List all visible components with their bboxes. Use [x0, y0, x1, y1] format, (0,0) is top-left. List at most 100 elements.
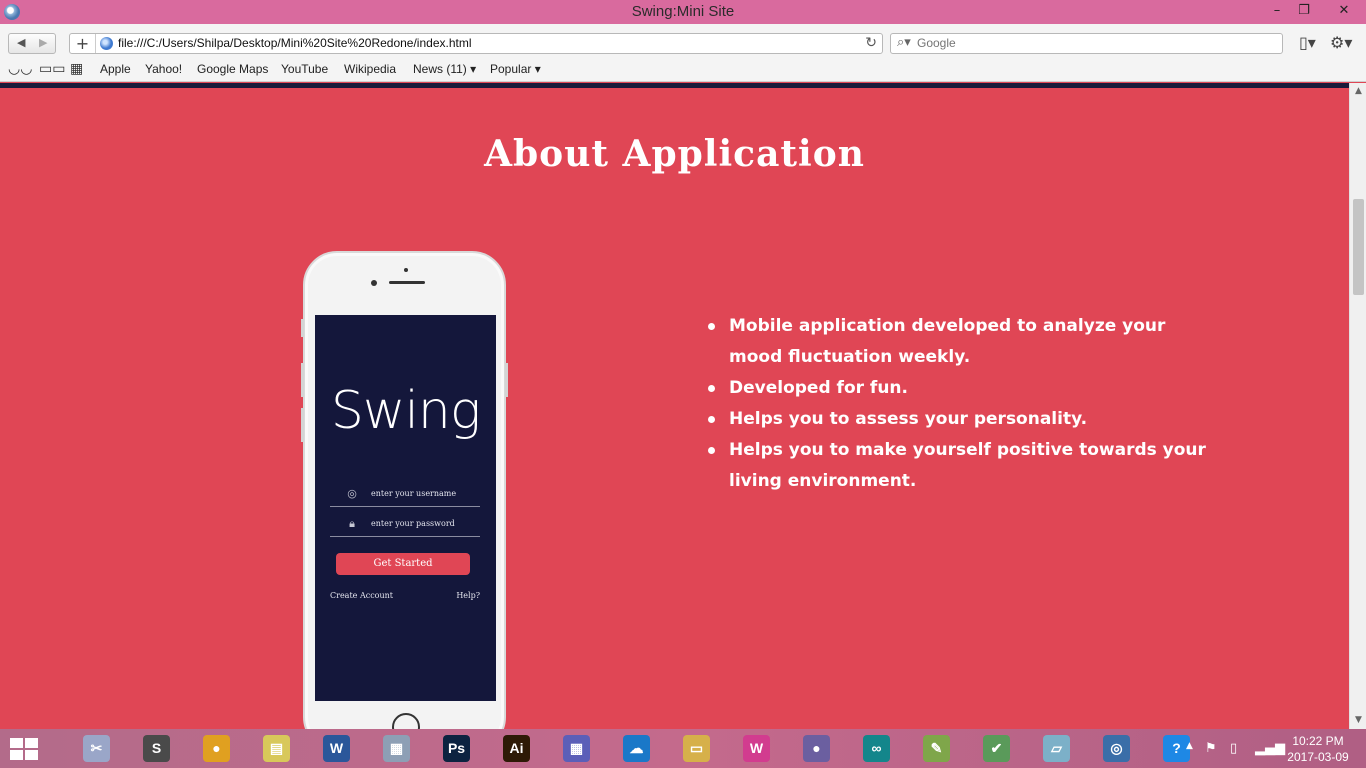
sublime-text-icon: S [143, 735, 170, 762]
bookmark-yahoo[interactable]: Yahoo! [145, 62, 182, 76]
taskbar-wamp-button[interactable]: W [730, 732, 782, 766]
arduino-icon: ∞ [863, 735, 890, 762]
feature-item: Developed for fun. [708, 373, 1209, 404]
bookmark-wikipedia[interactable]: Wikipedia [344, 62, 396, 76]
windows-logo-tile [25, 738, 38, 748]
taskbar-chrome-button[interactable]: ● [190, 732, 242, 766]
taskbar-word-button[interactable]: W [310, 732, 362, 766]
url-text[interactable]: file:///C:/Users/Shilpa/Desktop/Mini%20S… [118, 36, 472, 50]
taskbar-file-explorer-button[interactable]: ▭ [670, 732, 722, 766]
bookmark-news-folder[interactable]: News (11) ▾ [413, 62, 476, 76]
vertical-scrollbar[interactable]: ▲ ▼ [1349, 83, 1366, 729]
swing-logo: Swing [330, 381, 481, 441]
magnifier-icon: ⌕▾ [897, 35, 911, 50]
search-input[interactable] [917, 36, 1267, 50]
battery-icon[interactable]: ▯ [1230, 741, 1237, 756]
phone-volume-down [301, 408, 304, 442]
phone-side-button [301, 319, 304, 337]
header-band [0, 83, 1349, 88]
search-bar[interactable]: ⌕▾ [890, 33, 1283, 54]
taskbar-illustrator-button[interactable]: Ai [490, 732, 542, 766]
bookmark-youtube[interactable]: YouTube [281, 62, 328, 76]
user-icon: ◎ [347, 487, 357, 500]
password-placeholder: enter your password [371, 519, 455, 528]
scroll-up-arrow[interactable]: ▲ [1350, 83, 1366, 100]
close-button[interactable]: ✕ [1324, 0, 1364, 22]
phone-mockup: Swing ◎ enter your username 🔒︎ enter you… [301, 251, 508, 729]
snipping-tool-icon: ✂ [83, 735, 110, 762]
phone-camera [371, 280, 377, 286]
word-icon: W [323, 735, 350, 762]
address-bar[interactable]: + file:///C:/Users/Shilpa/Desktop/Mini%2… [69, 33, 883, 54]
gear-icon[interactable]: ⚙▾ [1330, 33, 1352, 52]
taskbar-photoshop-button[interactable]: Ps [430, 732, 482, 766]
taskbar-notes-app-button[interactable]: ▱ [1030, 732, 1082, 766]
clock-time: 10:22 PM [1292, 734, 1344, 748]
back-forward-group: ◀ ▶ [8, 33, 56, 54]
scrollbar-thumb[interactable] [1353, 199, 1364, 295]
taskbar: ✂ S ● ▤ W ▦ Ps Ai ▦ ☁ ▭ W ● ∞ ✎ ✔ ▱ ◎? ▲ ⚑ ▯ ▂▄▆ 10:22 PM… [0, 729, 1366, 768]
username-placeholder: enter your username [371, 489, 457, 498]
taskbar-sublime-text-button[interactable]: S [130, 732, 182, 766]
github-icon: ● [803, 735, 830, 762]
scroll-down-arrow[interactable]: ▼ [1350, 712, 1366, 729]
bookmark-apple[interactable]: Apple [100, 62, 131, 76]
calendar-icon: ▦ [563, 735, 590, 762]
notepad-plus-icon: ✎ [923, 735, 950, 762]
forward-button[interactable]: ▶ [39, 36, 47, 49]
taskbar-onedrive-button[interactable]: ☁ [610, 732, 662, 766]
lock-icon: 🔒︎ [349, 517, 355, 530]
wamp-icon: W [743, 735, 770, 762]
photoshop-icon: Ps [443, 735, 470, 762]
system-clock[interactable]: 10:22 PM 2017-03-09 [1284, 733, 1352, 765]
feature-item: Helps you to make yourself positive towa… [708, 435, 1209, 497]
phone-sensor [404, 268, 408, 272]
taskbar-arduino-button[interactable]: ∞ [850, 732, 902, 766]
bookmark-popular-folder[interactable]: Popular ▾ [490, 62, 541, 76]
taskbar-github-button[interactable]: ● [790, 732, 842, 766]
feature-item: Mobile application developed to analyze … [708, 311, 1209, 373]
taskbar-help-button[interactable]: ? [1150, 732, 1202, 766]
phone-volume-up [301, 363, 304, 397]
window-title: Swing:Mini Site [631, 3, 735, 20]
add-bookmark-button[interactable]: + [70, 34, 96, 53]
network-signal-icon[interactable]: ▂▄▆ [1255, 741, 1285, 756]
phone-power-button [505, 363, 508, 397]
taskbar-snipping-tool-button[interactable]: ✂ [70, 732, 122, 766]
top-sites-grid-icon[interactable]: ▦ [70, 61, 83, 77]
windows-logo-tile [10, 750, 23, 760]
reload-button[interactable]: ↻ [865, 35, 877, 51]
create-account-link: Create Account [330, 591, 394, 600]
windows-logo-tile [25, 750, 38, 760]
restore-button[interactable]: ❐ [1289, 0, 1319, 22]
safari-icon: ◎ [1103, 735, 1130, 762]
windows-logo-tile [10, 738, 23, 748]
calculator-icon: ▦ [383, 735, 410, 762]
taskbar-calculator-button[interactable]: ▦ [370, 732, 422, 766]
browser-toolbar: ◀ ▶ + file:///C:/Users/Shilpa/Desktop/Mi… [0, 24, 1366, 58]
start-button[interactable] [10, 738, 38, 760]
reading-list-icon[interactable]: ▭▭ [39, 61, 65, 77]
action-center-flag-icon[interactable]: ⚑ [1205, 741, 1217, 756]
bookmark-google-maps[interactable]: Google Maps [197, 62, 268, 76]
feature-list: Mobile application developed to analyze … [708, 311, 1209, 497]
task-app-icon: ✔ [983, 735, 1010, 762]
phone-home-button [392, 713, 420, 729]
reader-glasses-icon[interactable]: ◡◡ [8, 61, 32, 77]
globe-icon [100, 37, 113, 50]
onedrive-icon: ☁ [623, 735, 650, 762]
taskbar-task-app-button[interactable]: ✔ [970, 732, 1022, 766]
minimize-button[interactable]: – [1262, 0, 1292, 22]
tray-overflow-icon[interactable]: ▲ [1186, 741, 1193, 751]
title-bar: Swing:Mini Site – ❐ ✕ [0, 0, 1366, 24]
page-content: About Application Swing ◎ enter your use… [0, 83, 1349, 729]
taskbar-notepad-plus-button[interactable]: ✎ [910, 732, 962, 766]
taskbar-calendar-button[interactable]: ▦ [550, 732, 602, 766]
sticky-notes-icon: ▤ [263, 735, 290, 762]
taskbar-sticky-notes-button[interactable]: ▤ [250, 732, 302, 766]
taskbar-safari-button[interactable]: ◎ [1090, 732, 1142, 766]
back-button[interactable]: ◀ [17, 36, 25, 49]
page-menu-icon[interactable]: ▯▾ [1299, 33, 1316, 52]
notes-app-icon: ▱ [1043, 735, 1070, 762]
phone-screen: Swing ◎ enter your username 🔒︎ enter you… [315, 315, 496, 701]
